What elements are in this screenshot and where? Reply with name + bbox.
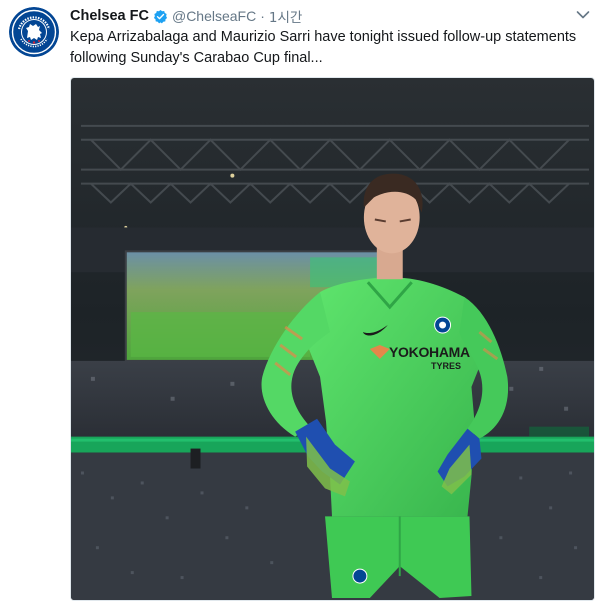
separator-dot: · <box>260 8 265 24</box>
verified-badge-icon <box>153 9 168 24</box>
goalkeeper-photo <box>71 78 594 600</box>
timestamp[interactable]: 1시간 <box>269 6 302 26</box>
display-name[interactable]: Chelsea FC <box>70 8 149 24</box>
tweet-text: Kepa Arrizabalaga and Maurizio Sarri hav… <box>70 29 577 66</box>
shirt-sponsor-text: YOKOHAMA <box>389 344 470 360</box>
shirt-sponsor-subtext: TYRES <box>431 361 462 371</box>
avatar[interactable] <box>9 7 59 57</box>
handle[interactable]: @ChelseaFC <box>172 8 256 24</box>
chelsea-crest-icon <box>9 7 59 57</box>
tweet-header: Chelsea FC @ChelseaFC · 1시간 <box>70 6 302 26</box>
chevron-down-icon[interactable] <box>576 10 590 20</box>
tweet-card[interactable]: Chelsea FC @ChelseaFC · 1시간 Kepa Arrizab… <box>0 0 600 604</box>
tweet-photo[interactable]: YOKOHAMA TYRES <box>70 77 595 601</box>
